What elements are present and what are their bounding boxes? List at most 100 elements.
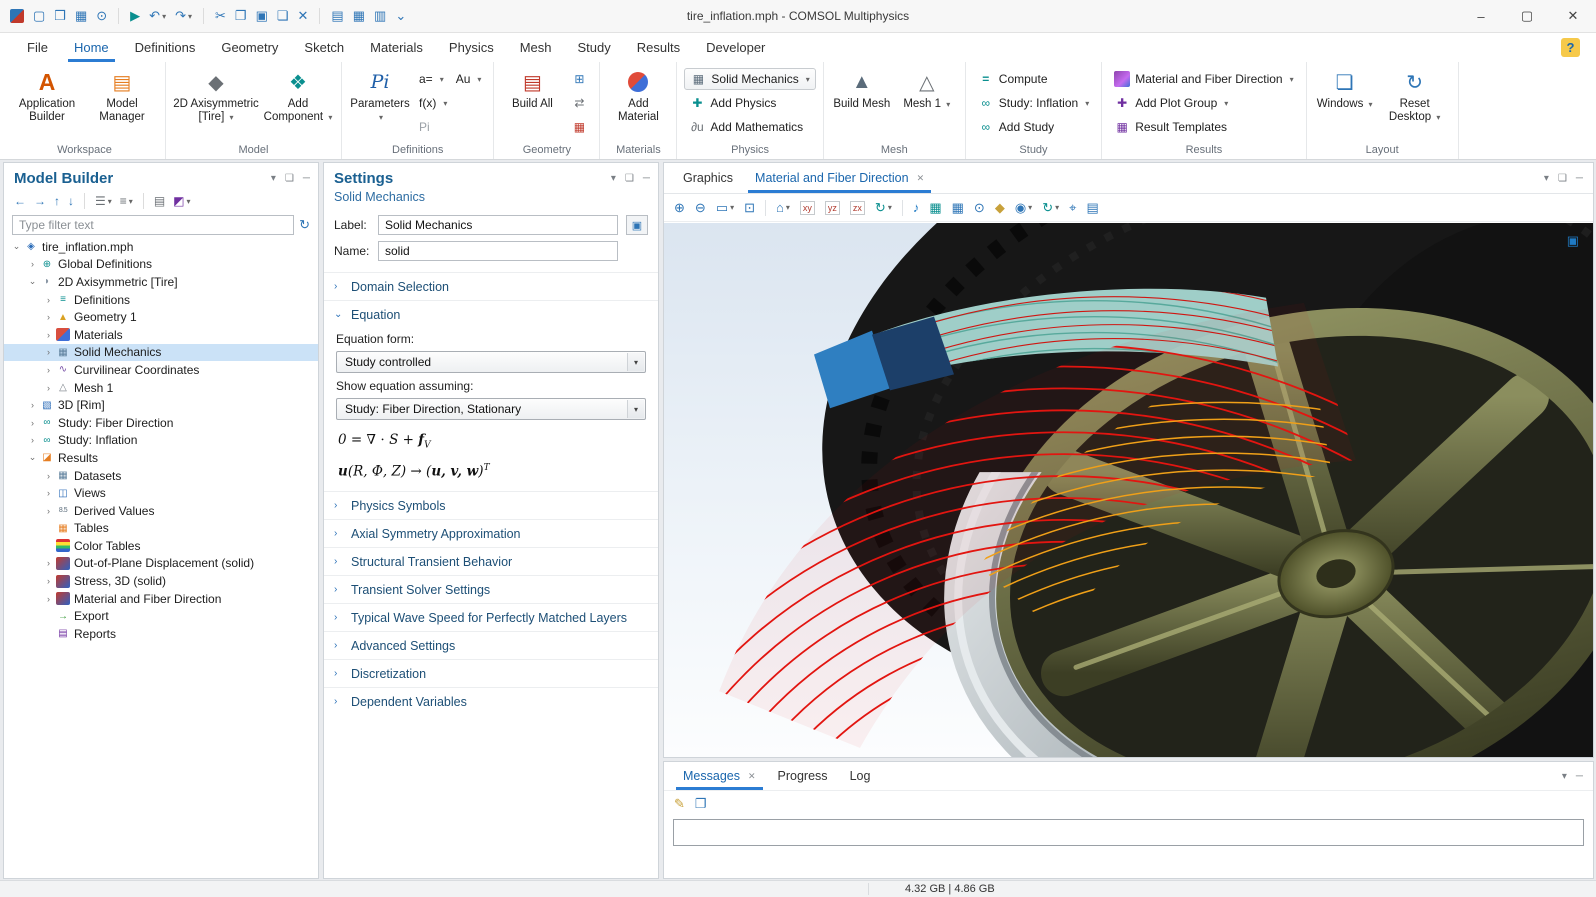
- panel-collapse-icon[interactable]: ─: [643, 173, 650, 184]
- plot-group-select-button[interactable]: Material and Fiber Direction▾: [1109, 68, 1298, 90]
- section-domain-selection[interactable]: › Domain Selection: [324, 272, 658, 300]
- tree-item-results[interactable]: ⌄ ◪ Results: [4, 449, 318, 467]
- tree-item-stress-3d[interactable]: › Stress, 3D (solid): [4, 572, 318, 590]
- add-component-button[interactable]: ❖ Add Component ▾: [262, 64, 334, 124]
- delete-icon[interactable]: ✕: [298, 8, 309, 24]
- insert-sequence-button[interactable]: ⇄: [566, 92, 592, 114]
- section-advanced-settings[interactable]: › Advanced Settings: [324, 631, 658, 659]
- tree-item-3d-rim[interactable]: › ▧ 3D [Rim]: [4, 396, 318, 414]
- chevron-right-icon[interactable]: ›: [42, 365, 55, 375]
- physics-interface-select[interactable]: ▦ Solid Mechanics▾: [684, 68, 815, 90]
- tab-results[interactable]: Results: [624, 33, 693, 62]
- tab-messages[interactable]: Messages ✕: [672, 762, 767, 790]
- units-button[interactable]: Au▾: [451, 68, 487, 90]
- panel-collapse-icon[interactable]: ─: [1576, 173, 1583, 184]
- close-icon[interactable]: ✕: [748, 771, 756, 782]
- chevron-right-icon[interactable]: ›: [42, 330, 55, 340]
- add-physics-button[interactable]: ✚ Add Physics: [684, 92, 815, 114]
- tree-item-curvilinear-coordinates[interactable]: › ∿ Curvilinear Coordinates: [4, 361, 318, 379]
- find-icon[interactable]: ⊙: [96, 8, 107, 24]
- chevron-right-icon[interactable]: ›: [42, 558, 55, 568]
- chevron-right-icon[interactable]: ›: [42, 576, 55, 586]
- image-grid-icon[interactable]: ▦: [929, 200, 941, 216]
- paste-icon[interactable]: ▣: [256, 8, 268, 24]
- tab-definitions[interactable]: Definitions: [122, 33, 209, 62]
- section-structural-transient-behavior[interactable]: › Structural Transient Behavior: [324, 547, 658, 575]
- zoom-in-icon[interactable]: ⊕: [674, 200, 685, 216]
- tab-materials[interactable]: Materials: [357, 33, 436, 62]
- tree-item-root[interactable]: ⌄ ◈ tire_inflation.mph: [4, 238, 318, 256]
- tree-item-tables[interactable]: ▦ Tables: [4, 520, 318, 538]
- snapshot-icon[interactable]: ⊙: [974, 200, 985, 216]
- chevron-down-icon[interactable]: ⌄: [26, 276, 39, 287]
- xy-view-icon[interactable]: xy: [800, 201, 815, 215]
- filter-input[interactable]: [12, 215, 294, 235]
- label-input[interactable]: [378, 215, 618, 235]
- tree-item-study-inflation[interactable]: › ∞ Study: Inflation: [4, 432, 318, 450]
- camera-icon[interactable]: ⌖: [1069, 200, 1076, 216]
- panel-float-icon[interactable]: ❏: [1558, 173, 1567, 184]
- update-solution-icon[interactable]: ▤: [331, 8, 343, 24]
- reset-desktop-button[interactable]: ↻ Reset Desktop ▾: [1379, 64, 1451, 124]
- chevron-right-icon[interactable]: ›: [42, 594, 55, 604]
- chevron-right-icon[interactable]: ›: [26, 418, 39, 428]
- tree-item-datasets[interactable]: › ▦ Datasets: [4, 467, 318, 485]
- build-mesh-button[interactable]: ▲ Build Mesh: [831, 64, 893, 111]
- tab-log[interactable]: Log: [839, 762, 882, 790]
- refresh-icon[interactable]: ↻: [299, 217, 310, 233]
- add-plot-group-button[interactable]: ✚ Add Plot Group▾: [1109, 92, 1298, 114]
- panel-menu-icon[interactable]: ▾: [271, 173, 276, 184]
- chevron-right-icon[interactable]: ›: [42, 471, 55, 481]
- graphics-canvas[interactable]: ▣: [664, 223, 1593, 757]
- tree-item-definitions[interactable]: › ≡ Definitions: [4, 291, 318, 309]
- tab-home[interactable]: Home: [61, 33, 122, 62]
- result-templates-button[interactable]: ▦ Result Templates: [1109, 116, 1298, 138]
- tree-item-export[interactable]: → Export: [4, 607, 318, 625]
- compute-button[interactable]: = Compute: [973, 68, 1094, 90]
- chevron-right-icon[interactable]: ›: [42, 347, 55, 357]
- section-physics-symbols[interactable]: › Physics Symbols: [324, 491, 658, 519]
- tree-item-color-tables[interactable]: Color Tables: [4, 537, 318, 555]
- section-transient-solver-settings[interactable]: › Transient Solver Settings: [324, 575, 658, 603]
- back-icon[interactable]: ←: [14, 194, 26, 208]
- tree-item-study-fiber-direction[interactable]: › ∞ Study: Fiber Direction: [4, 414, 318, 432]
- copy-icon[interactable]: ❐: [235, 8, 247, 24]
- panel-collapse-icon[interactable]: ─: [1576, 771, 1583, 782]
- section-typical-wave-speed[interactable]: › Typical Wave Speed for Perfectly Match…: [324, 603, 658, 631]
- tree-item-solid-mechanics[interactable]: › ▦ Solid Mechanics: [4, 344, 318, 362]
- tree-item-views[interactable]: › ◫ Views: [4, 484, 318, 502]
- zx-view-icon[interactable]: zx: [850, 201, 865, 215]
- chevron-right-icon[interactable]: ›: [42, 312, 55, 322]
- tab-material-and-fiber-direction[interactable]: Material and Fiber Direction ✕: [744, 163, 935, 193]
- tab-study[interactable]: Study: [565, 33, 624, 62]
- chevron-down-icon[interactable]: ⌄: [10, 241, 23, 252]
- zoom-box-icon[interactable]: ▭▾: [716, 200, 734, 216]
- windows-button[interactable]: ❏ Windows ▾: [1314, 64, 1376, 111]
- duplicate-icon[interactable]: ❏: [277, 8, 289, 24]
- tree-item-reports[interactable]: ▤ Reports: [4, 625, 318, 643]
- chevron-right-icon[interactable]: ›: [26, 259, 39, 269]
- panel-menu-icon[interactable]: ▾: [1562, 771, 1567, 782]
- close-icon[interactable]: ✕: [917, 173, 925, 184]
- tree-item-material-and-fiber-direction[interactable]: › Material and Fiber Direction: [4, 590, 318, 608]
- close-button[interactable]: ✕: [1550, 0, 1596, 32]
- tab-developer[interactable]: Developer: [693, 33, 778, 62]
- zoom-extents-icon[interactable]: ⊡: [744, 200, 755, 216]
- tab-physics[interactable]: Physics: [436, 33, 507, 62]
- variables-button[interactable]: a=▾: [414, 68, 449, 90]
- expand-all-icon[interactable]: ≡▾: [120, 194, 133, 208]
- export-geometry-button[interactable]: ▦: [566, 116, 592, 138]
- show-name-icon[interactable]: ▣: [626, 215, 648, 235]
- application-builder-button[interactable]: A Application Builder: [11, 64, 83, 124]
- equation-form-select[interactable]: Study controlled ▾: [336, 351, 646, 373]
- report-icon[interactable]: ▥: [374, 8, 386, 24]
- panel-float-icon[interactable]: ❏: [625, 173, 634, 184]
- move-up-icon[interactable]: ↑: [54, 194, 60, 208]
- messages-output-field[interactable]: [673, 819, 1584, 846]
- study-select-button[interactable]: ∞ Study: Inflation▾: [973, 92, 1094, 114]
- undo-icon[interactable]: ↶▾: [149, 8, 166, 24]
- tab-mesh[interactable]: Mesh: [507, 33, 565, 62]
- move-down-icon[interactable]: ↓: [68, 194, 74, 208]
- default-view-icon[interactable]: ⌂▾: [776, 200, 790, 215]
- tab-graphics-window[interactable]: Graphics: [672, 163, 744, 193]
